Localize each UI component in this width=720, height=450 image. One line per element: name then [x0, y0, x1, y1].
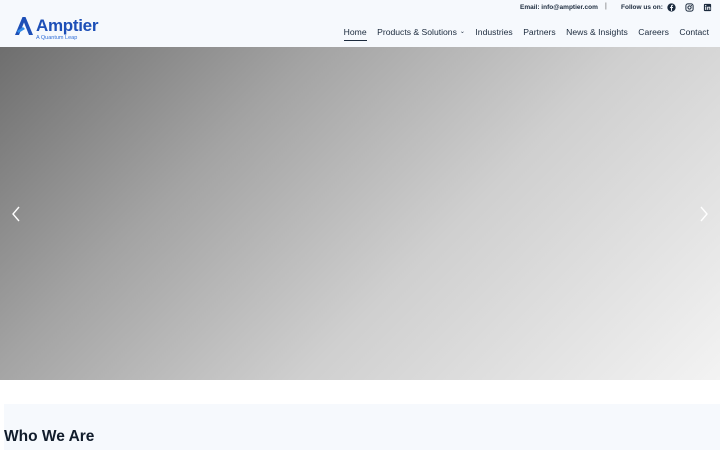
topbar-separator: | — [605, 3, 607, 10]
slider-prev-button[interactable] — [9, 205, 23, 223]
site-header: Email: info@amptier.com | Follow us on: … — [0, 0, 720, 47]
section-title: Who We Are — [4, 428, 95, 445]
chevron-right-icon — [700, 206, 708, 222]
facebook-icon[interactable] — [666, 2, 676, 12]
nav-item-industries[interactable]: Industries — [475, 25, 512, 39]
hero-slider — [0, 47, 720, 380]
chevron-left-icon — [12, 206, 20, 222]
amptier-logo[interactable]: Amptier A Quantum Leap — [14, 16, 98, 44]
chevron-down-icon: ⌄ — [459, 29, 465, 35]
nav-item-home[interactable]: Home — [343, 25, 367, 41]
logo-name: Amptier — [36, 16, 99, 35]
nav-item-news-insights[interactable]: News & Insights — [566, 25, 628, 39]
nav-item-contact[interactable]: Contact — [679, 25, 709, 39]
who-we-are-section: Who We Are — [4, 404, 720, 450]
email-link[interactable]: Email: info@amptier.com — [520, 4, 598, 11]
slider-next-button[interactable] — [697, 205, 711, 223]
amptier-logo-mark-icon — [15, 17, 33, 35]
nav-item-products-solutions[interactable]: Products & Solutions ⌄ — [377, 25, 465, 39]
nav-item-careers[interactable]: Careers — [638, 25, 669, 39]
linkedin-icon[interactable] — [702, 2, 712, 12]
nav-item-label: Products & Solutions — [377, 27, 457, 37]
main-nav: Home Products & Solutions ⌄ Industries P… — [333, 25, 709, 41]
instagram-icon[interactable] — [684, 2, 694, 12]
follow-us-label: Follow us on: — [621, 4, 663, 11]
nav-item-partners[interactable]: Partners — [523, 25, 555, 39]
logo-tagline: A Quantum Leap — [36, 35, 78, 41]
